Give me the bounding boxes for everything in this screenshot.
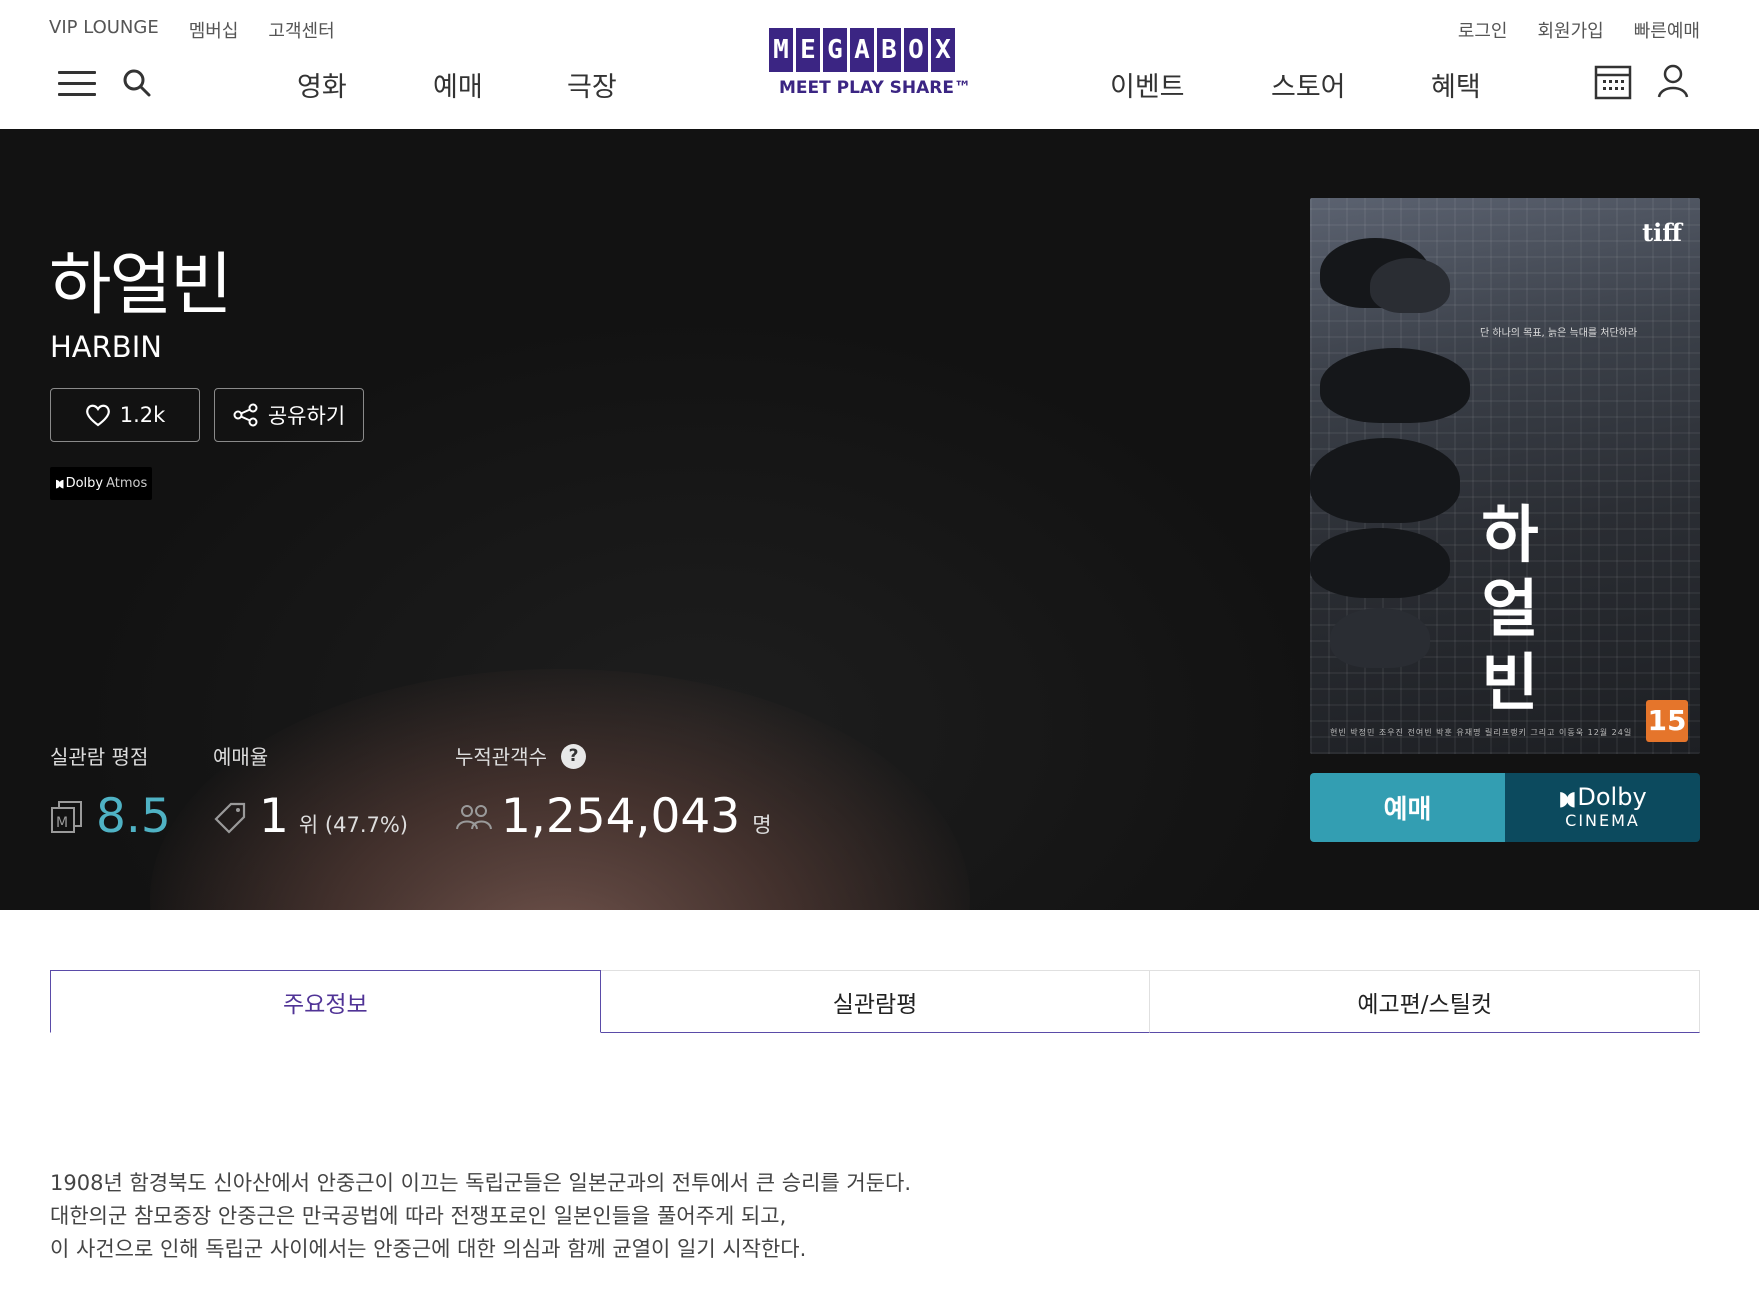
dolby-atmos-badge: ◗◖ Dolby Atmos — [50, 467, 152, 500]
rating-number: 8.5 — [96, 789, 171, 844]
ticket-icon — [214, 802, 246, 834]
schedule-calendar-icon[interactable] — [1594, 64, 1632, 100]
audience-count: 1,254,043 — [501, 789, 741, 844]
nav-booking[interactable]: 예매 — [433, 65, 483, 104]
tab-trailers-stills[interactable]: 예고편/스틸컷 — [1150, 970, 1701, 1033]
booking-rate: 위 (47.7%) — [298, 813, 408, 837]
nav-store[interactable]: 스토어 — [1271, 65, 1346, 104]
nav-event[interactable]: 이벤트 — [1110, 65, 1185, 104]
booking-rate-label: 예매율 — [213, 745, 269, 769]
rating-label: 실관람 평점 — [50, 745, 149, 769]
audience-unit: 명 — [752, 813, 772, 837]
share-icon — [233, 403, 258, 427]
movie-hero: 하얼빈 HARBIN 1.2k 공유하기 ◗◖ Dolby Atmos 실관람 … — [0, 129, 1759, 910]
megabox-rating-icon: M — [51, 800, 82, 833]
audience-label: 누적관객수 — [455, 745, 547, 769]
age-rating-badge: 15 — [1646, 700, 1688, 742]
logo-letter: E — [796, 28, 820, 72]
movie-title: 하얼빈 — [49, 246, 233, 325]
like-count: 1.2k — [119, 403, 166, 427]
signup-link[interactable]: 회원가입 — [1538, 17, 1604, 43]
menu-icon[interactable] — [58, 68, 96, 98]
share-button[interactable]: 공유하기 — [214, 388, 364, 442]
share-label: 공유하기 — [267, 404, 346, 428]
dolby-icon: ◗◖ — [55, 477, 64, 490]
logo-letter: G — [823, 28, 847, 72]
logo-slogan: MEET PLAY SHARE™ — [778, 78, 972, 98]
book-button[interactable]: 예매 — [1310, 773, 1505, 842]
membership-link[interactable]: 멤버십 — [189, 17, 239, 43]
logo-letter: O — [904, 28, 928, 72]
vip-lounge-link[interactable]: VIP LOUNGE — [49, 17, 159, 43]
audience-icon — [456, 804, 492, 829]
nav-benefit[interactable]: 혜택 — [1431, 65, 1481, 104]
poster-credits: 현빈 박정민 조우진 전여빈 박훈 유재명 릴리프랭키 그리고 이동욱 12월 … — [1330, 728, 1633, 737]
rating-value: M 8.5 — [50, 789, 171, 844]
booking-rank: 1 — [259, 789, 289, 844]
dolby-format: Atmos — [106, 476, 148, 491]
logo-letter: B — [877, 28, 901, 72]
booking-rank-value: 1 위 (47.7%) — [213, 789, 408, 844]
util-nav-right: 로그인 회원가입 빠른예매 — [1458, 17, 1700, 43]
tab-reviews[interactable]: 실관람평 — [600, 970, 1151, 1033]
like-button[interactable]: 1.2k — [50, 388, 200, 442]
quick-booking-link[interactable]: 빠른예매 — [1634, 17, 1700, 43]
movie-detail-tabs: 주요정보 실관람평 예고편/스틸컷 — [50, 970, 1701, 1033]
megabox-logo[interactable]: MEGABOX MEET PLAY SHARE™ — [769, 28, 981, 102]
festival-logo: tiff — [1642, 218, 1682, 247]
dolby-cinema-icon: ◗◖ — [1558, 786, 1576, 810]
logo-letter: A — [850, 28, 874, 72]
poster-title: 하 얼 빈 — [1481, 498, 1539, 719]
logo-letter: M — [769, 28, 793, 72]
logo-letter: X — [931, 28, 955, 72]
site-header: VIP LOUNGE 멤버십 고객센터 로그인 회원가입 빠른예매 영화 예매 … — [0, 0, 1759, 129]
tab-main-info[interactable]: 주요정보 — [50, 970, 601, 1033]
movie-title-english: HARBIN — [50, 330, 162, 364]
heart-icon — [85, 404, 110, 427]
search-icon[interactable] — [122, 68, 152, 98]
poster-tagline: 단 하나의 목표, 늙은 늑대를 처단하라 — [1480, 328, 1638, 339]
dolby-cinema-button[interactable]: ◗◖ Dolby CINEMA — [1505, 773, 1700, 842]
user-icon[interactable] — [1656, 63, 1690, 99]
synopsis: 1908년 함경북도 신아산에서 안중근이 이끄는 독립군들은 일본군과의 전투… — [50, 1167, 911, 1266]
customer-center-link[interactable]: 고객센터 — [268, 17, 334, 43]
help-icon[interactable]: ? — [561, 744, 586, 769]
audience-value: 1,254,043 명 — [455, 789, 772, 844]
synopsis-line: 1908년 함경북도 신아산에서 안중근이 이끄는 독립군들은 일본군과의 전투… — [50, 1171, 912, 1195]
nav-movie[interactable]: 영화 — [297, 65, 347, 104]
svg-text:M: M — [56, 815, 68, 831]
util-nav-left: VIP LOUNGE 멤버십 고객센터 — [49, 17, 335, 43]
movie-poster: tiff 단 하나의 목표, 늙은 늑대를 처단하라 하 얼 빈 현빈 박정민 … — [1310, 198, 1700, 754]
synopsis-line: 대한의군 참모중장 안중근은 만국공법에 따라 전쟁포로인 일본인들을 풀어주게… — [50, 1204, 787, 1228]
logo-wordmark: MEGABOX — [769, 28, 981, 72]
synopsis-line: 이 사건으로 인해 독립군 사이에서는 안중근에 대한 의심과 함께 균열이 일… — [50, 1237, 807, 1261]
dolby-brand: Dolby — [65, 476, 104, 491]
login-link[interactable]: 로그인 — [1458, 17, 1508, 43]
nav-theater[interactable]: 극장 — [567, 65, 617, 104]
